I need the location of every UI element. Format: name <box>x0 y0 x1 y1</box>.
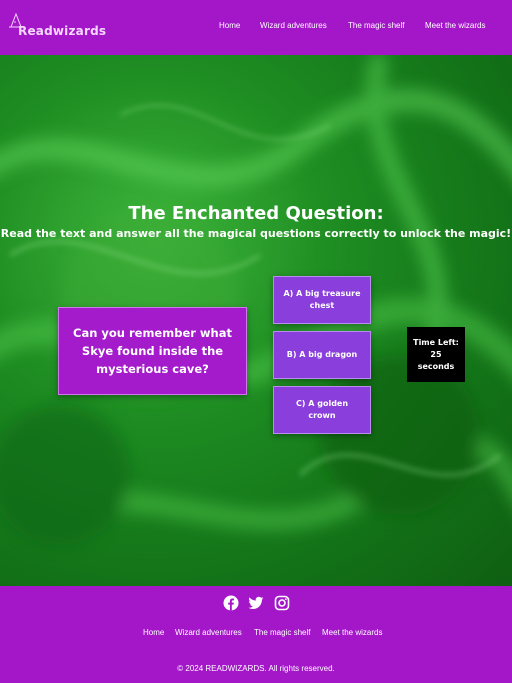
twitter-icon[interactable] <box>248 595 264 611</box>
question-card: Can you remember what Skye found inside … <box>58 307 247 395</box>
nav-wizard-adventures[interactable]: Wizard adventures <box>260 21 327 30</box>
timer-unit: seconds <box>417 361 455 371</box>
footer-nav-wizard-adventures[interactable]: Wizard adventures <box>175 628 242 637</box>
quiz-title: The Enchanted Question: <box>128 203 384 224</box>
copyright-text: © 2024 READWIZARDS. All rights reserved. <box>177 664 335 673</box>
answer-option-c-label: C) A golden crown <box>295 399 349 420</box>
nav-meet-wizards[interactable]: Meet the wizards <box>425 21 485 30</box>
facebook-icon[interactable] <box>223 595 239 611</box>
timer-value: 25 <box>430 349 442 359</box>
footer-nav-home[interactable]: Home <box>143 628 164 637</box>
instagram-icon[interactable] <box>274 595 290 611</box>
question-text: Can you remember what Skye found inside … <box>73 326 232 376</box>
timer-label: Time Left: <box>413 337 459 347</box>
answer-option-c[interactable]: C) A golden crown <box>273 386 371 434</box>
answer-option-a-label: A) A big treasure chest <box>283 289 361 310</box>
site-footer: Home Wizard adventures The magic shelf M… <box>0 586 512 683</box>
answer-option-b[interactable]: B) A big dragon <box>273 331 371 379</box>
site-header: Readwizards Home Wizard adventures The m… <box>0 0 512 55</box>
countdown-timer: Time Left: 25 seconds <box>407 327 465 382</box>
nav-home[interactable]: Home <box>219 21 240 30</box>
nav-magic-shelf[interactable]: The magic shelf <box>348 21 404 30</box>
answer-option-b-label: B) A big dragon <box>286 350 358 359</box>
answer-option-a[interactable]: A) A big treasure chest <box>273 276 371 324</box>
footer-nav-magic-shelf[interactable]: The magic shelf <box>254 628 310 637</box>
footer-nav-meet-wizards[interactable]: Meet the wizards <box>322 628 382 637</box>
quiz-subtitle: Read the text and answer all the magical… <box>0 227 512 240</box>
site-logo-text[interactable]: Readwizards <box>18 24 106 38</box>
